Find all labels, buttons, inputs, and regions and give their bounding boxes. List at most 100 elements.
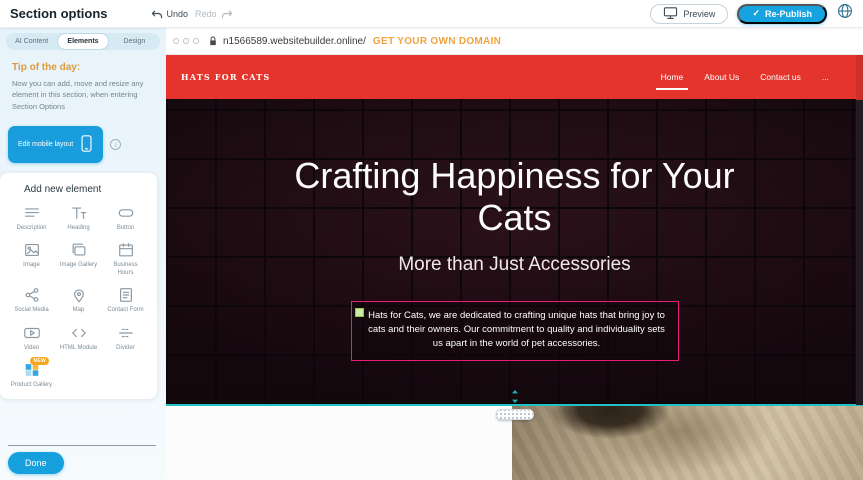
browser-address-bar: n1566589.websitebuilder.online/ GET YOUR…: [166, 28, 863, 55]
redo-button[interactable]: Redo: [195, 8, 234, 19]
element-item-image-gallery[interactable]: Image Gallery: [55, 235, 102, 280]
page-title: Section options: [10, 6, 108, 21]
element-item-label: Social Media: [14, 307, 48, 315]
hero-heading[interactable]: Crafting Happiness for Your Cats: [290, 155, 740, 240]
heading-icon: [70, 204, 88, 222]
site-logo[interactable]: HATS FOR CATS: [181, 72, 270, 82]
element-item-label: Description: [16, 225, 46, 233]
element-item-button[interactable]: Button: [102, 198, 149, 236]
preview-scrollbar[interactable]: [856, 55, 863, 405]
website-preview: HATS FOR CATS Home About Us Contact us .…: [166, 55, 863, 480]
undo-redo-group: Undo Redo: [150, 8, 234, 19]
element-resize-handle[interactable]: [355, 308, 364, 317]
hero-text-element[interactable]: Hats for Cats, we are dedicated to craft…: [351, 301, 679, 361]
element-item-divider[interactable]: Divider: [102, 318, 149, 356]
phone-icon: [80, 134, 93, 155]
check-icon: ✓: [752, 8, 760, 19]
tab-ai-content[interactable]: AI Content: [7, 34, 56, 49]
tab-elements[interactable]: Elements: [58, 34, 107, 49]
window-dot: [173, 38, 179, 44]
tip-body: Now you can add, move and resize any ele…: [12, 78, 154, 112]
element-item-html-module[interactable]: HTML Module: [55, 318, 102, 356]
element-item-product-gallery[interactable]: NEW Product Gallery: [8, 355, 55, 393]
add-new-element-panel: Add new element Description Heading Butt…: [0, 173, 157, 399]
window-dot: [193, 38, 199, 44]
nav-item-home[interactable]: Home: [661, 72, 684, 82]
social-media-icon: [23, 286, 41, 304]
lock-icon: [208, 35, 218, 47]
element-item-description[interactable]: Description: [8, 198, 55, 236]
site-url: n1566589.websitebuilder.online/: [223, 36, 366, 47]
map-pin-icon: [70, 286, 88, 304]
preview-button[interactable]: Preview: [650, 4, 728, 24]
republish-button[interactable]: ✓ Re-Publish: [737, 4, 827, 24]
hero-section: Crafting Happiness for Your Cats More th…: [166, 99, 863, 405]
redo-label: Redo: [195, 9, 217, 19]
undo-label: Undo: [167, 9, 189, 19]
element-item-label: Image: [23, 262, 40, 270]
new-badge: NEW: [30, 357, 49, 365]
done-button[interactable]: Done: [8, 452, 64, 474]
window-dot: [183, 38, 189, 44]
tab-design[interactable]: Design: [110, 34, 159, 49]
html-module-icon: [70, 324, 88, 342]
section-resize-handle[interactable]: [496, 390, 534, 420]
info-icon[interactable]: i: [110, 139, 121, 150]
get-domain-link[interactable]: GET YOUR OWN DOMAIN: [373, 36, 501, 47]
element-item-label: Heading: [67, 225, 89, 233]
language-globe-button[interactable]: [837, 3, 853, 24]
element-item-label: Video: [24, 345, 39, 353]
scrollbar-thumb[interactable]: [856, 55, 863, 100]
element-item-video[interactable]: Video: [8, 318, 55, 356]
divider-icon: [117, 324, 135, 342]
element-item-label: Product Gallery: [11, 382, 52, 390]
cat-on-sand-photo[interactable]: [512, 406, 863, 480]
element-item-label: Button: [117, 225, 134, 233]
button-icon: [117, 204, 135, 222]
element-item-image[interactable]: Image: [8, 235, 55, 280]
site-header: HATS FOR CATS Home About Us Contact us .…: [166, 55, 863, 99]
undo-icon: [150, 8, 163, 19]
redo-icon: [221, 8, 234, 19]
element-item-business-hours[interactable]: Business Hours: [102, 235, 149, 280]
mobile-layout-row: Edit mobile layout i: [8, 126, 166, 163]
nav-item-contact-us[interactable]: Contact us: [760, 72, 801, 82]
tip-of-the-day: Tip of the day: Now you can add, move an…: [0, 50, 166, 116]
resize-arrows-icon: [510, 390, 520, 408]
preview-label: Preview: [683, 9, 715, 19]
site-nav: Home About Us Contact us ...: [661, 72, 829, 82]
tip-title: Tip of the day:: [12, 62, 154, 73]
nav-item-about-us[interactable]: About Us: [704, 72, 739, 82]
sidebar-tabs: AI Content Elements Design: [6, 33, 160, 50]
element-item-heading[interactable]: Heading: [55, 198, 102, 236]
nav-more-menu[interactable]: ...: [822, 72, 829, 82]
republish-label: Re-Publish: [765, 9, 812, 19]
drag-grip-icon: [496, 409, 534, 420]
top-toolbar: Section options Undo Redo Preview ✓ Re-P…: [0, 0, 863, 28]
sidebar-divider: [8, 445, 156, 446]
element-item-contact-form[interactable]: Contact Form: [102, 280, 149, 318]
element-item-label: Contact Form: [107, 307, 143, 315]
description-icon: [23, 204, 41, 222]
hero-paragraph: Hats for Cats, we are dedicated to craft…: [368, 310, 665, 350]
next-section-blank-area: [166, 406, 512, 480]
section-options-sidebar: AI Content Elements Design Tip of the da…: [0, 28, 166, 480]
editor-canvas: n1566589.websitebuilder.online/ GET YOUR…: [166, 28, 863, 480]
element-grid: Description Heading Button Image Image G…: [0, 198, 157, 393]
undo-button[interactable]: Undo: [150, 8, 189, 19]
edit-mobile-label: Edit mobile layout: [18, 141, 73, 148]
image-icon: [23, 241, 41, 259]
contact-form-icon: [117, 286, 135, 304]
hero-subheading[interactable]: More than Just Accessories: [398, 254, 630, 276]
edit-mobile-layout-button[interactable]: Edit mobile layout: [8, 126, 103, 163]
element-item-map[interactable]: Map: [55, 280, 102, 318]
element-item-label: Divider: [116, 345, 135, 353]
element-item-label: Business Hours: [105, 262, 147, 277]
image-gallery-icon: [70, 241, 88, 259]
video-icon: [23, 324, 41, 342]
element-item-label: Map: [73, 307, 85, 315]
element-item-social-media[interactable]: Social Media: [8, 280, 55, 318]
business-hours-icon: [117, 241, 135, 259]
globe-icon: [837, 3, 853, 24]
add-panel-title: Add new element: [0, 173, 157, 198]
